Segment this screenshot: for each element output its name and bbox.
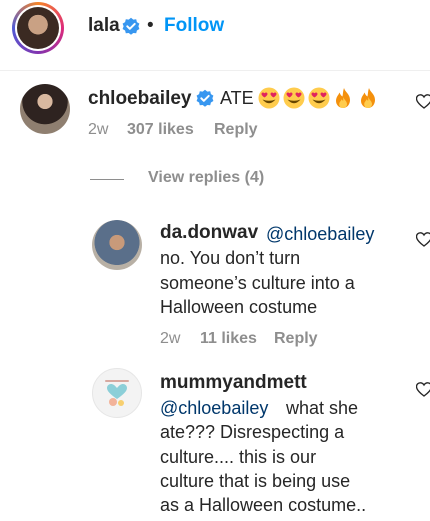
reply-text-line: Halloween costume: [160, 297, 318, 317]
follow-button[interactable]: Follow: [164, 15, 224, 37]
fire-emoji: [336, 88, 350, 108]
reply-text-line: no. You don’t turn: [160, 248, 301, 268]
reply-text-line: ate??? Disrespecting a: [160, 422, 345, 442]
comment-username[interactable]: chloebailey: [88, 88, 192, 110]
reply-likes[interactable]: 11 likes: [200, 330, 257, 348]
heart-outline-icon[interactable]: [416, 232, 430, 247]
fire-emoji: [361, 88, 375, 108]
comment-emojis: [258, 87, 378, 109]
reply-text-line: someone’s culture into a: [160, 273, 355, 293]
reply-time: 2w: [160, 330, 181, 347]
reply-text-line: culture that is being use: [160, 471, 351, 491]
reply-text-line: culture.... this is our: [160, 447, 317, 467]
verified-badge-icon: [195, 89, 215, 108]
reply-username[interactable]: mummyandmett: [160, 372, 307, 394]
mummyandmett-logo: [105, 380, 129, 406]
reply-avatar[interactable]: [92, 368, 142, 418]
reply-avatar[interactable]: [92, 220, 142, 270]
view-replies-button[interactable]: View replies (4): [148, 169, 264, 187]
post-author-username[interactable]: lala: [88, 15, 120, 37]
reply-mention[interactable]: @chloebailey: [266, 222, 374, 246]
heart-eyes-emoji: [308, 87, 330, 109]
verified-badge-icon: [121, 17, 141, 36]
header-separator: •: [147, 15, 154, 36]
comment-likes[interactable]: 307 likes: [127, 121, 194, 139]
reply-button[interactable]: Reply: [214, 121, 258, 139]
comment-avatar[interactable]: [20, 84, 70, 134]
heart-eyes-emoji: [283, 87, 305, 109]
heart-outline-icon[interactable]: [416, 94, 430, 109]
heart-outline-icon[interactable]: [416, 382, 430, 397]
reply-text-line: what she: [286, 398, 359, 418]
reply-username[interactable]: da.donwav: [160, 222, 258, 244]
comment-text: ATE: [220, 88, 254, 108]
view-replies-line: [90, 179, 124, 180]
reply-button[interactable]: Reply: [274, 330, 318, 348]
header-divider: [0, 70, 430, 71]
reply-text-line: as a Halloween costume..: [160, 495, 367, 515]
comment-time: 2w: [88, 121, 109, 138]
heart-eyes-emoji: [258, 87, 280, 109]
reply-mention[interactable]: @chloebailey: [160, 396, 268, 420]
post-author-avatar[interactable]: [12, 2, 64, 54]
